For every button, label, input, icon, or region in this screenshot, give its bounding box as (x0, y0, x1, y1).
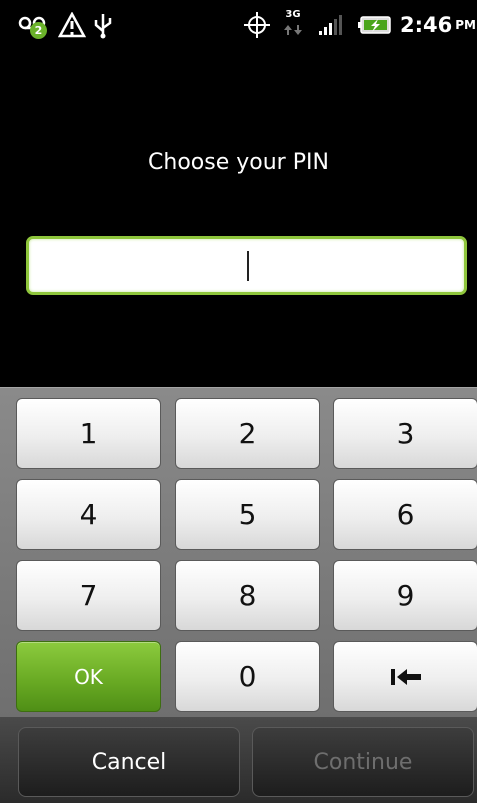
usb-icon (92, 0, 114, 49)
cancel-button[interactable]: Cancel (18, 727, 240, 797)
key-6[interactable]: 6 (333, 479, 477, 550)
gps-icon (243, 0, 271, 49)
pin-setup-screen: 2 3G 2:46 PM Choose your PIN 1 2 3 4 5 6… (0, 0, 477, 803)
clock: 2:46 PM (400, 0, 476, 49)
ok-button[interactable]: OK (16, 641, 161, 712)
signal-strength-icon (318, 0, 348, 49)
backspace-icon (390, 668, 421, 685)
status-bar: 2 3G 2:46 PM (0, 0, 477, 49)
backspace-button[interactable] (333, 641, 477, 712)
key-7[interactable]: 7 (16, 560, 161, 631)
key-2[interactable]: 2 (175, 398, 320, 469)
pin-title: Choose your PIN (148, 150, 329, 175)
text-cursor (247, 251, 249, 281)
network-type-label: 3G (285, 9, 301, 20)
key-8[interactable]: 8 (175, 560, 320, 631)
key-1[interactable]: 1 (16, 398, 161, 469)
key-3[interactable]: 3 (333, 398, 477, 469)
voicemail-icon: 2 (18, 0, 48, 49)
key-0[interactable]: 0 (175, 641, 320, 712)
key-4[interactable]: 4 (16, 479, 161, 550)
pin-input[interactable] (26, 236, 467, 295)
action-bar: Cancel Continue (0, 717, 477, 803)
clock-time: 2:46 (400, 12, 453, 37)
key-5[interactable]: 5 (175, 479, 320, 550)
battery-charging-icon (358, 0, 392, 49)
clock-ampm: PM (455, 17, 476, 32)
key-9[interactable]: 9 (333, 560, 477, 631)
notification-count-badge: 2 (30, 22, 47, 39)
data-activity-icon (284, 25, 302, 35)
network-type-indicator: 3G (284, 0, 302, 49)
warning-icon (58, 0, 86, 49)
continue-button[interactable]: Continue (252, 727, 474, 797)
numeric-keypad: 1 2 3 4 5 6 7 8 9 OK 0 (0, 387, 477, 718)
